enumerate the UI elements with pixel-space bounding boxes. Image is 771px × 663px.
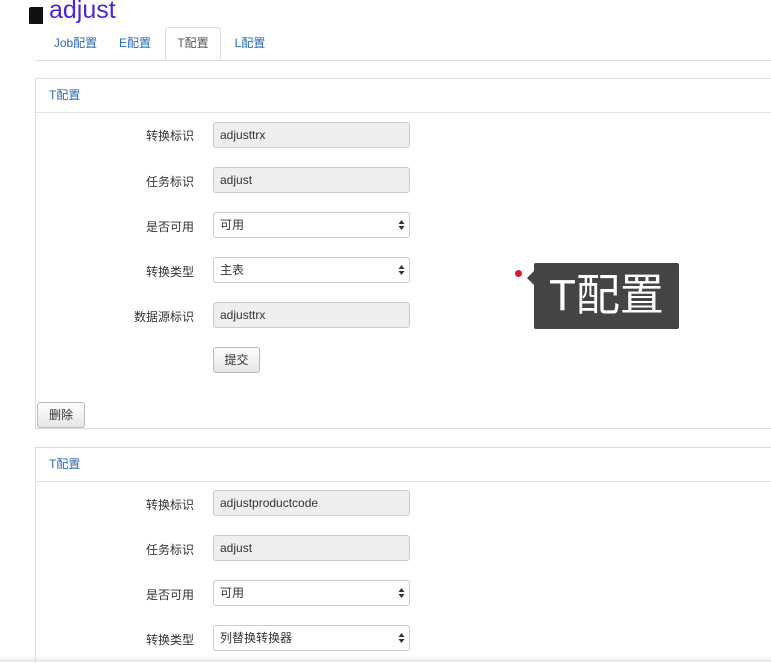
tab-l-config[interactable]: L配置 [226, 27, 274, 60]
convert-type-select-value: 列替换转换器 [220, 631, 293, 645]
task-id-input[interactable]: adjust [213, 535, 410, 561]
task-id-input[interactable]: adjust [213, 167, 410, 193]
enabled-select-value: 可用 [220, 586, 245, 600]
convert-type-select-value: 主表 [220, 263, 245, 277]
enabled-select[interactable]: 可用 [213, 212, 410, 238]
select-arrows-icon [398, 633, 405, 643]
tooltip-anchor-dot [515, 270, 522, 277]
convert-id-label: 转换标识 [145, 498, 194, 512]
t-config-panel-1: T配置 转换标识 adjusttrx 任务标识 adjust 是否可用 可用 转… [35, 78, 771, 429]
tab-t-config[interactable]: T配置 [165, 27, 221, 60]
page-title: adjust [49, 0, 116, 24]
delete-button[interactable]: 删除 [37, 402, 85, 428]
enabled-label: 是否可用 [145, 588, 194, 602]
convert-id-input[interactable]: adjusttrx [213, 122, 410, 148]
panel-title: T配置 [36, 448, 771, 482]
tab-bar: Job配置 E配置 T配置 L配置 [35, 27, 771, 61]
convert-type-select[interactable]: 主表 [213, 257, 410, 283]
tab-job-config[interactable]: Job配置 [41, 27, 110, 60]
convert-type-label: 转换类型 [145, 633, 194, 647]
panel-divider [36, 428, 771, 429]
t-config-panel-2: T配置 转换标识 adjustproductcode 任务标识 adjust 是… [35, 447, 771, 663]
page-header: adjust [26, 0, 116, 24]
tooltip: T配置 [527, 263, 679, 329]
datasource-id-label: 数据源标识 [133, 310, 194, 324]
task-id-label: 任务标识 [145, 543, 194, 557]
convert-type-label: 转换类型 [145, 265, 194, 279]
panel-title: T配置 [36, 79, 771, 113]
task-id-label: 任务标识 [145, 175, 194, 189]
tab-e-config[interactable]: E配置 [112, 27, 158, 60]
book-icon [26, 5, 46, 25]
convert-id-label: 转换标识 [145, 129, 194, 143]
enabled-select[interactable]: 可用 [213, 580, 410, 606]
select-arrows-icon [398, 588, 405, 598]
enabled-select-value: 可用 [220, 218, 245, 232]
convert-type-select[interactable]: 列替换转换器 [213, 625, 410, 651]
bottom-shadow [0, 656, 771, 662]
select-arrows-icon [398, 265, 405, 275]
datasource-id-input[interactable]: adjusttrx [213, 302, 410, 328]
submit-button[interactable]: 提交 [213, 347, 260, 373]
enabled-label: 是否可用 [145, 220, 194, 234]
select-arrows-icon [398, 220, 405, 230]
convert-id-input[interactable]: adjustproductcode [213, 490, 410, 516]
